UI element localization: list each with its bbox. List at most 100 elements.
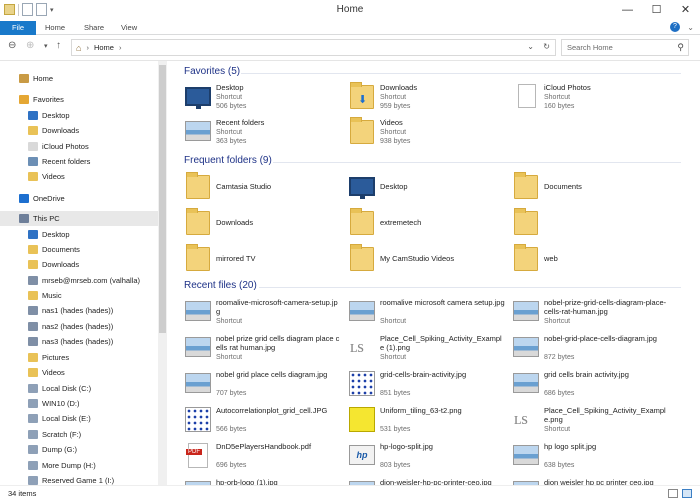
expand-ribbon-icon[interactable]: ⌄ — [687, 23, 694, 32]
file-item[interactable]: Autocorrelationplot_grid_cell.JPG 566 byt… — [184, 404, 344, 440]
file-item[interactable]: grid-cells-brain-activity.jpg 851 bytes — [348, 368, 508, 404]
folder-icon — [350, 208, 374, 235]
group-header-frequent-folders[interactable]: Frequent folders (9) — [184, 155, 272, 166]
file-item[interactable]: Documents — [512, 171, 672, 207]
sidebar-item[interactable]: iCloud Photos — [0, 139, 159, 154]
sidebar-item[interactable]: Local Disk (C:) — [0, 381, 159, 396]
image-thumbnail-icon — [513, 301, 539, 321]
sidebar-scrollbar[interactable] — [158, 61, 167, 485]
file-item[interactable]: dion-weisler-hp-pc-printer-ceo.jpg — [348, 476, 508, 485]
scrollbar-thumb[interactable] — [159, 65, 166, 333]
item-name: extremetech — [380, 218, 422, 227]
sidebar-item[interactable]: Dump (G:) — [0, 442, 159, 457]
address-bar[interactable]: ⌂ › Home › ⌄ ↻ — [71, 39, 556, 56]
sidebar-item[interactable]: Scratch (F:) — [0, 427, 159, 442]
file-item[interactable]: iCloud Photos Shortcut 160 bytes — [512, 81, 672, 117]
sidebar-item[interactable]: Favorites — [0, 92, 159, 107]
forward-icon[interactable]: ⊕ — [26, 40, 34, 51]
file-item[interactable]: Desktop Shortcut 506 bytes — [184, 81, 344, 117]
file-item[interactable]: nobel prize grid cells diagram place cel… — [184, 332, 344, 368]
file-item[interactable]: hp hp-logo-split.jpg 803 bytes — [348, 440, 508, 476]
tab-view[interactable]: View — [121, 21, 137, 35]
large-icons-view-icon[interactable] — [682, 489, 692, 498]
sidebar-item[interactable]: Music — [0, 288, 159, 303]
file-item[interactable]: grid cells brain activity.jpg 686 bytes — [512, 368, 672, 404]
file-item[interactable]: ⬇ Downloads Shortcut 959 bytes — [348, 81, 508, 117]
file-item[interactable]: nobel-grid-place-cells-diagram.jpg 872 by… — [512, 332, 672, 368]
image-thumbnail-icon — [513, 337, 539, 357]
address-dropdown-icon[interactable]: ⌄ — [527, 42, 534, 51]
item-name: Camtasia Studio — [216, 182, 272, 191]
tab-home[interactable]: Home — [45, 21, 65, 35]
tab-share[interactable]: Share — [84, 21, 104, 35]
sidebar-item[interactable]: nas2 (hades (hades)) — [0, 319, 159, 334]
sidebar-item[interactable]: This PC — [0, 211, 159, 226]
sidebar-item[interactable]: OneDrive — [0, 191, 159, 206]
file-item[interactable]: roomalive-microsoft-camera-setup.jpg Shor… — [184, 296, 344, 332]
file-item[interactable]: Videos Shortcut 938 bytes — [348, 116, 508, 152]
file-item[interactable]: nobel grid place cells diagram.jpg 707 by… — [184, 368, 344, 404]
group-header-favorites[interactable]: Favorites (5) — [184, 66, 240, 77]
sidebar-item[interactable]: Downloads — [0, 257, 159, 272]
file-view: Favorites (5) Frequent folders (9) Recen… — [169, 61, 690, 485]
sidebar-item[interactable]: Videos — [0, 169, 159, 184]
sidebar-item[interactable]: More Dump (H:) — [0, 458, 159, 473]
search-icon[interactable]: ⚲ — [677, 42, 684, 53]
file-item[interactable]: ʟs Place_Cell_Spiking_Activity_Example (1… — [348, 332, 508, 368]
back-icon[interactable]: ⊖ — [8, 40, 16, 51]
sidebar-item[interactable]: nas1 (hades (hades)) — [0, 303, 159, 318]
item-type: Shortcut — [380, 94, 407, 101]
recent-locations-icon[interactable]: ▾ — [44, 42, 48, 50]
file-item[interactable]: Desktop — [348, 171, 508, 207]
file-item[interactable]: web — [512, 243, 672, 279]
sidebar-item[interactable]: WIN10 (D:) — [0, 396, 159, 411]
sidebar-item[interactable]: nas3 (hades (hades)) — [0, 334, 159, 349]
file-item[interactable]: hp logo split.jpg 638 bytes — [512, 440, 672, 476]
file-item[interactable]: Camtasia Studio — [184, 171, 344, 207]
maximize-button[interactable]: ☐ — [642, 0, 671, 20]
file-item[interactable]: ʟs Place_Cell_Spiking_Activity_Example.pn… — [512, 404, 672, 440]
sidebar-item[interactable]: Downloads — [0, 123, 159, 138]
file-item[interactable]: dion weisler hp pc printer ceo.jpg — [512, 476, 672, 485]
tab-file[interactable]: File — [0, 21, 36, 35]
file-item[interactable]: roomalive microsoft camera setup.jpg Shor… — [348, 296, 508, 332]
item-detail: Shortcut — [380, 354, 407, 361]
sidebar-item[interactable]: Local Disk (E:) — [0, 411, 159, 426]
file-item[interactable]: mirrored TV — [184, 243, 344, 279]
breadcrumb-home[interactable]: Home — [94, 43, 114, 52]
file-item[interactable]: extremetech — [348, 207, 508, 243]
details-view-icon[interactable] — [668, 489, 678, 498]
up-icon[interactable]: ↑ — [56, 40, 61, 51]
file-item[interactable]: Downloads — [184, 207, 344, 243]
file-item[interactable] — [512, 207, 672, 243]
file-item[interactable]: PDF DnD5ePlayersHandbook.pdf 696 bytes — [184, 440, 344, 476]
window-title: Home — [336, 4, 364, 15]
sidebar-item[interactable]: Reserved Game 1 (I:) — [0, 473, 159, 485]
search-input[interactable]: Search Home ⚲ — [561, 39, 689, 56]
group-header-recent-files[interactable]: Recent files (20) — [184, 280, 257, 291]
file-item[interactable]: My CamStudio Videos — [348, 243, 508, 279]
item-thumbnail: ʟs — [512, 404, 539, 434]
sidebar-item[interactable]: Desktop — [0, 108, 159, 123]
help-icon[interactable]: ? — [670, 22, 680, 32]
sidebar-item[interactable]: Recent folders — [0, 154, 159, 169]
path-separator: › — [118, 43, 122, 52]
file-item[interactable]: nobel-prize-grid-cells-diagram-place-cel… — [512, 296, 672, 332]
minimize-button[interactable]: — — [613, 0, 642, 20]
sidebar-item[interactable]: Desktop — [0, 227, 159, 242]
file-item[interactable]: Uniform_tiling_63-t2.png 531 bytes — [348, 404, 508, 440]
refresh-icon[interactable]: ↻ — [543, 42, 550, 51]
sidebar-item[interactable]: Videos — [0, 365, 159, 380]
download-arrow-icon: ⬇ — [358, 94, 368, 106]
sidebar-item[interactable]: Pictures — [0, 350, 159, 365]
path-separator: › — [86, 43, 89, 52]
file-item[interactable]: Recent folders Shortcut 363 bytes — [184, 116, 344, 152]
item-name: Place_Cell_Spiking_Activity_Example.png — [544, 406, 666, 424]
sidebar-item[interactable]: Home — [0, 71, 159, 86]
close-button[interactable]: ✕ — [671, 0, 700, 20]
item-size: 160 bytes — [544, 103, 575, 110]
sidebar-item[interactable]: Documents — [0, 242, 159, 257]
sidebar-item[interactable]: mrseb@mrseb.com (valhalla) — [0, 273, 159, 288]
file-item[interactable]: hp-orb-logo (1).jpg — [184, 476, 344, 485]
item-name: hp-logo-split.jpg — [380, 442, 433, 451]
